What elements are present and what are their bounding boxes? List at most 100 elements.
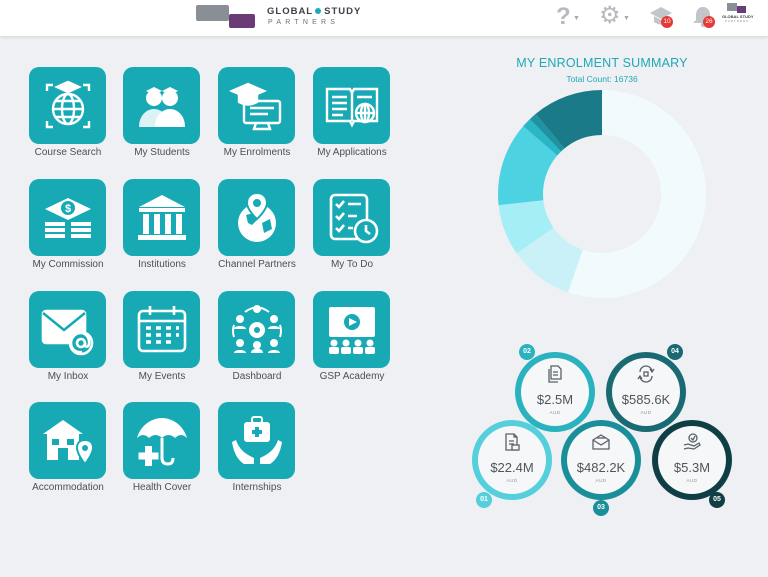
tile-label: My Students — [134, 147, 190, 158]
gear-icon: ⚙ — [599, 2, 621, 29]
tile-accommodation[interactable]: Accommodation — [28, 402, 108, 502]
tile-label: GSP Academy — [319, 371, 385, 382]
tile-course-search[interactable]: Course Search — [28, 67, 108, 167]
cycle-icon — [637, 365, 655, 383]
commission-icon: $ — [44, 197, 91, 238]
bubble-01[interactable]: $22.4M AUD — [472, 420, 552, 500]
avatar-line2: PARTNERS — [724, 19, 750, 23]
logo-line2: PARTNERS — [268, 19, 340, 26]
bubble-number-03: 03 — [593, 500, 609, 516]
bubble-amount: $22.4M — [490, 460, 534, 475]
envelope-icon — [592, 434, 610, 450]
tile-icon-box — [313, 67, 390, 144]
bubble-currency: AUD — [686, 478, 698, 483]
tile-label: Health Cover — [132, 482, 192, 493]
chevron-down-icon: ▼ — [623, 15, 630, 22]
bubble-number-01: 01 — [476, 492, 492, 508]
tile-icon-box — [123, 67, 200, 144]
financial-summary-bubbles: $22.4M AUD $2.5M AUD $482.2K AUD $585.6K… — [468, 342, 738, 518]
bubble-04[interactable]: $585.6K AUD — [606, 352, 686, 432]
bubble-currency: AUD — [595, 478, 607, 483]
bubble-number-05: 05 — [709, 492, 725, 508]
tile-icon-box — [29, 402, 106, 479]
enrolment-donut-chart[interactable] — [496, 88, 708, 300]
help-menu-button[interactable]: ? ▼ — [556, 4, 584, 30]
bubble-amount: $482.2K — [576, 460, 626, 475]
notification-count-badge: 10 — [661, 16, 673, 28]
bubble-03[interactable]: $482.2K AUD — [561, 420, 641, 500]
globe-grad-icon — [45, 80, 90, 128]
logo-line1: GLOBAL STUDY — [267, 6, 361, 17]
tile-my-commission[interactable]: $ My Commission — [28, 179, 108, 279]
documents-icon — [548, 365, 562, 383]
tile-dashboard[interactable]: Dashboard — [217, 291, 297, 391]
tile-channel-partners[interactable]: Channel Partners — [217, 179, 297, 279]
notifications-button[interactable]: 26 — [690, 4, 716, 30]
tile-icon-box — [313, 291, 390, 368]
tile-internships[interactable]: Internships — [217, 402, 297, 502]
institution-icon — [137, 194, 186, 240]
tile-my-inbox[interactable]: My Inbox — [28, 291, 108, 391]
internships-icon — [231, 415, 282, 464]
tile-label: My Events — [138, 371, 186, 382]
health-cover-icon — [136, 417, 187, 466]
tile-icon-box — [218, 179, 295, 256]
tile-label: My Enrolments — [223, 147, 291, 158]
tile-icon-box — [218, 291, 295, 368]
tile-label: Dashboard — [232, 371, 282, 382]
bubble-currency: AUD — [640, 410, 652, 415]
handshake-icon — [683, 433, 701, 450]
todo-icon — [329, 193, 378, 243]
avatar-shape-grey — [727, 3, 737, 11]
tile-icon-box — [218, 402, 295, 479]
dashboard-icon — [231, 304, 282, 353]
tile-health-cover[interactable]: Health Cover — [122, 402, 202, 502]
bubble-number-02: 02 — [519, 344, 535, 360]
bubble-currency: AUD — [549, 410, 561, 415]
logo-word-study: STUDY — [324, 6, 362, 17]
logo-word-global: GLOBAL — [267, 6, 314, 17]
tile-my-students[interactable]: My Students — [122, 67, 202, 167]
bubble-02[interactable]: $2.5M AUD — [515, 352, 595, 432]
bubble-currency: AUD — [506, 478, 518, 483]
tile-my-to-do[interactable]: My To Do — [312, 179, 392, 279]
applications-icon — [325, 87, 378, 128]
tile-label: Channel Partners — [218, 259, 296, 270]
tile-label: My To Do — [330, 259, 374, 270]
logo-dot — [315, 7, 322, 14]
tile-icon-box — [29, 291, 106, 368]
tile-gsp-academy[interactable]: GSP Academy — [312, 291, 392, 391]
logo-shape-purple — [229, 14, 255, 28]
tile-my-applications[interactable]: My Applications — [312, 67, 392, 167]
tile-my-enrolments[interactable]: My Enrolments — [217, 67, 297, 167]
enrolment-summary-title: MY ENROLMENT SUMMARY — [516, 56, 688, 70]
bubble-number-04: 04 — [667, 344, 683, 360]
tile-icon-box: $ — [29, 179, 106, 256]
enrolment-total-count: Total Count: 16736 — [566, 74, 638, 84]
accommodation-icon — [42, 419, 94, 466]
brand-logo[interactable]: GLOBAL STUDY PARTNERS — [196, 5, 361, 29]
tile-label: My Applications — [317, 147, 387, 158]
top-bar: GLOBAL STUDY PARTNERS ? ▼ ⚙ ▼ 10 26 GLOBA… — [0, 0, 768, 36]
question-icon: ? — [556, 3, 571, 30]
tile-label: Institutions — [138, 259, 186, 270]
tile-icon-box — [123, 291, 200, 368]
tile-institutions[interactable]: Institutions — [122, 179, 202, 279]
tile-label: Internships — [232, 482, 282, 493]
inbox-icon — [41, 309, 93, 355]
bubble-amount: $5.3M — [673, 460, 711, 475]
tile-icon-box — [218, 67, 295, 144]
tile-my-events[interactable]: My Events — [122, 291, 202, 391]
logo-shape-grey — [196, 5, 229, 21]
settings-menu-button[interactable]: ⚙ ▼ — [599, 2, 633, 30]
tile-icon-box — [313, 179, 390, 256]
bubble-05[interactable]: $5.3M AUD — [652, 420, 732, 500]
svg-text:$: $ — [64, 203, 70, 215]
course-notifications-button[interactable]: 10 — [648, 4, 674, 30]
channel-partners-icon — [237, 191, 276, 242]
tile-icon-box — [29, 67, 106, 144]
academy-icon — [328, 306, 375, 354]
avatar-shape-purple — [737, 6, 746, 13]
user-avatar[interactable]: GLOBAL STUDY PARTNERS — [722, 2, 753, 34]
enrolments-icon — [228, 82, 281, 130]
